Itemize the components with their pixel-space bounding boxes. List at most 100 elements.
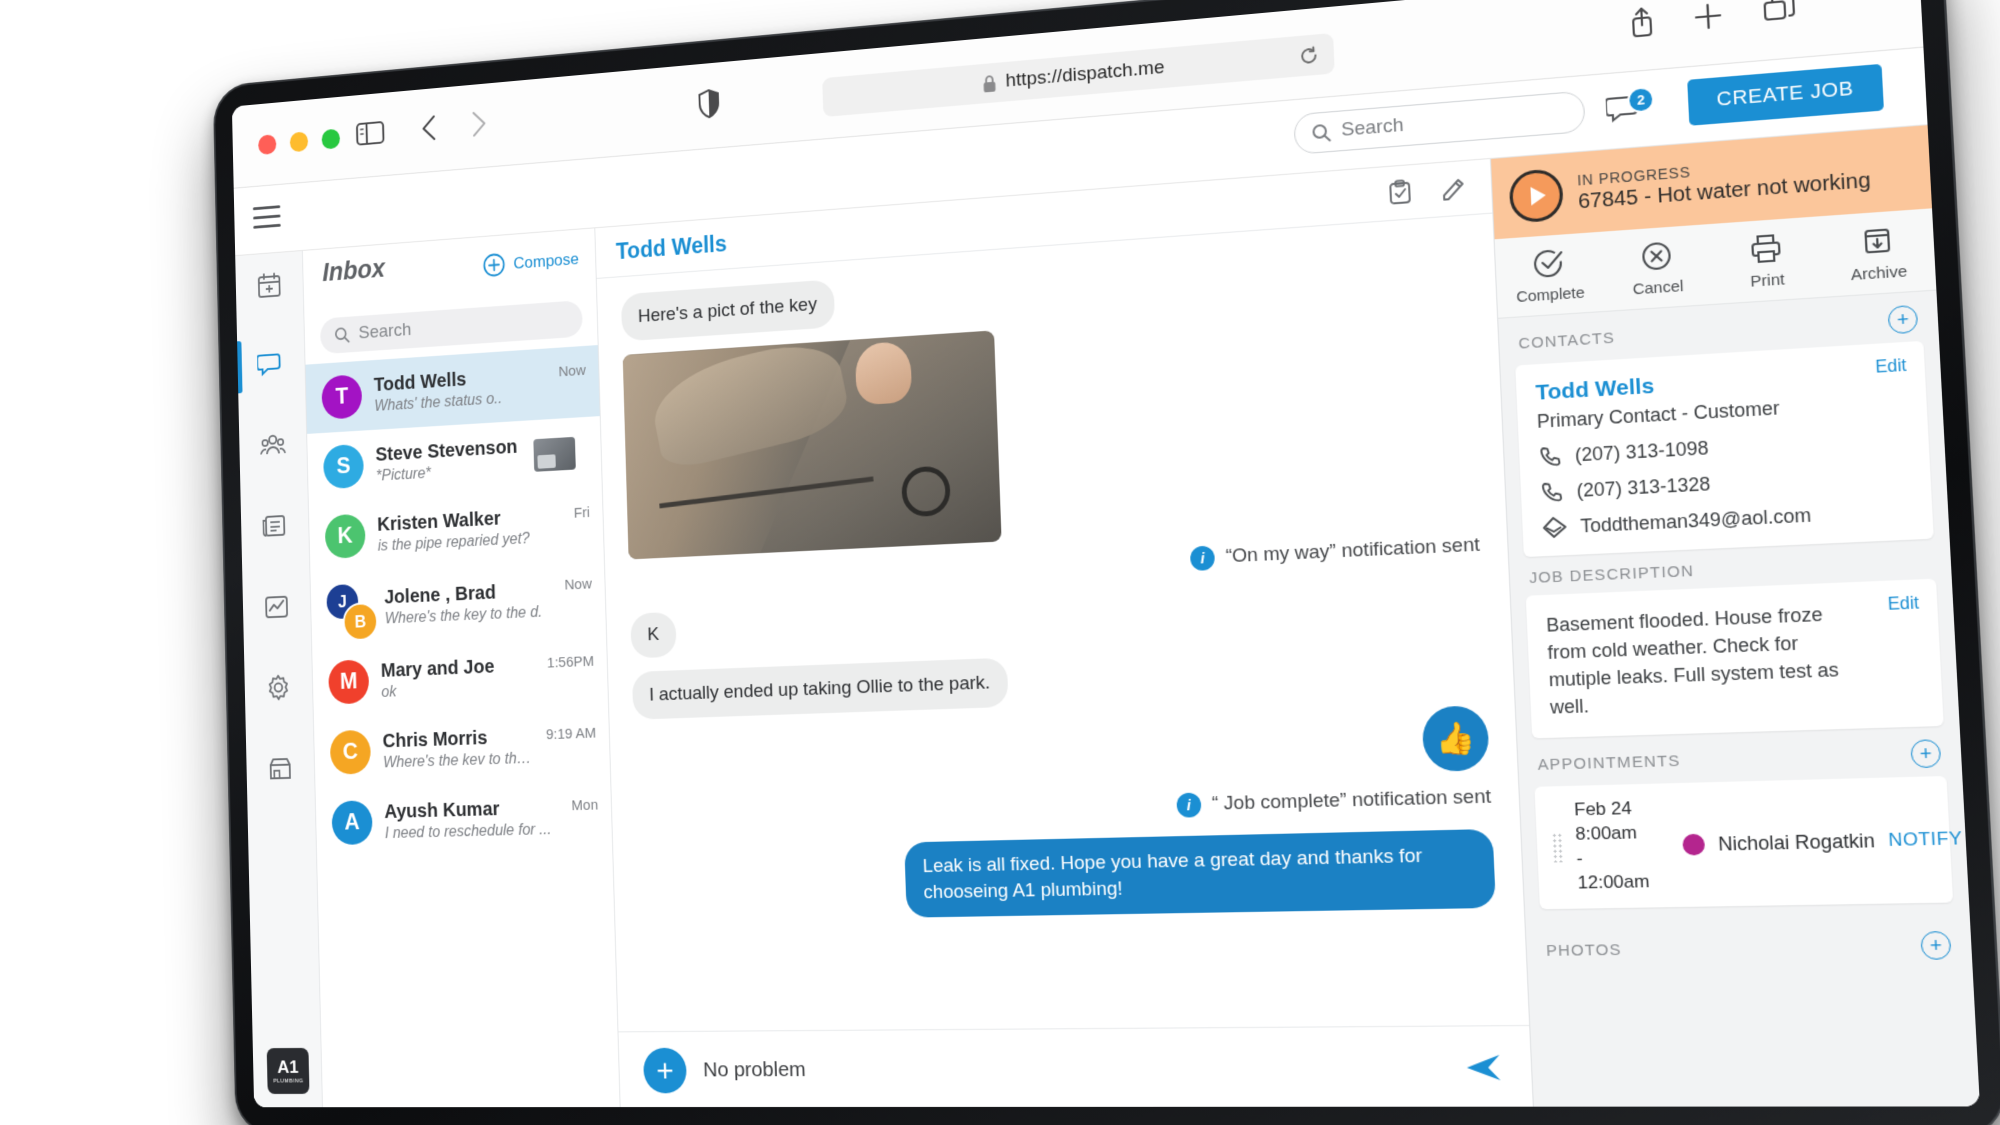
document-icon xyxy=(261,511,287,540)
company-logo-main: A1 xyxy=(277,1058,299,1076)
edit-description-link[interactable]: Edit xyxy=(1887,594,1919,615)
avatar: K xyxy=(325,514,366,559)
contact-email-row[interactable]: Toddtheman349@aol.com xyxy=(1541,499,1912,540)
new-tab-plus-icon[interactable] xyxy=(1692,0,1724,34)
shield-icon[interactable] xyxy=(696,87,721,120)
conversation-text: Steve Stevenson *Picture* xyxy=(375,436,521,485)
message-photo[interactable] xyxy=(623,331,1002,560)
avatar: A xyxy=(331,800,372,845)
pencil-icon[interactable] xyxy=(1440,174,1468,203)
description-section-label: JOB DESCRIPTION xyxy=(1529,562,1695,587)
conversation-list-item[interactable]: J B Jolene , Brad Where's the key to the d.… xyxy=(310,559,606,649)
share-icon[interactable] xyxy=(1627,4,1657,40)
hamburger-menu-icon[interactable] xyxy=(253,205,281,230)
system-notification: i “ Job complete” notification sent xyxy=(636,785,1492,831)
minimize-window-button[interactable] xyxy=(290,131,308,152)
conversation-text: Kristen Walker is the pipe reparied yet? xyxy=(377,504,562,554)
conversation-preview: ok xyxy=(381,678,535,701)
sidebar-toggle-icon[interactable] xyxy=(355,119,385,148)
conversation-list-item[interactable]: A Ayush Kumar I need to reschedule for ...… xyxy=(315,780,612,859)
maximize-window-button[interactable] xyxy=(322,129,341,150)
sidebar-item-reports[interactable] xyxy=(257,585,296,628)
screenshot-root: https://dispatch.me Search 2 CREATE JOB … xyxy=(0,0,2000,1125)
company-logo: A1 PLUMBING xyxy=(267,1048,310,1094)
sidebar-item-customers[interactable] xyxy=(254,424,293,467)
contact-name: Todd Wells xyxy=(1535,359,1905,406)
browser-forward-button[interactable] xyxy=(466,108,490,140)
appointment-divider xyxy=(1664,827,1666,863)
tab-overview-icon[interactable] xyxy=(1762,0,1797,27)
play-icon[interactable] xyxy=(1509,168,1565,224)
avatar: B xyxy=(342,602,378,641)
sidebar-item-calendar[interactable] xyxy=(250,263,289,307)
job-description-card: Edit Basement flooded. House froze from … xyxy=(1526,579,1944,739)
create-job-button[interactable]: CREATE JOB xyxy=(1687,64,1884,126)
app-body: A1 PLUMBING Inbox Compose Search T Todd … xyxy=(235,125,1980,1107)
sidebar-item-company[interactable] xyxy=(261,747,300,790)
conversation-name: Chris Morris xyxy=(382,726,533,753)
conversation-text: Todd Wells Whats' the status o.. xyxy=(374,363,547,415)
close-window-button[interactable] xyxy=(258,134,276,155)
appointment-row[interactable]: Feb 24 8:00am - 12:00am Nicholai Rogatki… xyxy=(1534,776,1953,909)
browser-back-button[interactable] xyxy=(418,112,442,144)
global-search-input[interactable]: Search xyxy=(1293,91,1585,155)
conversation-timestamp: Now xyxy=(558,362,586,380)
conversation-timestamp: 9:19 AM xyxy=(546,725,597,743)
cancel-job-button[interactable]: Cancel xyxy=(1602,237,1713,301)
notify-button[interactable]: NOTIFY xyxy=(1888,828,1963,851)
contact-phone-2: (207) 313-1328 xyxy=(1576,473,1711,502)
job-description-text: Basement flooded. House froze from cold … xyxy=(1546,597,1923,722)
sidebar-item-messages[interactable] xyxy=(252,343,291,387)
conversation-list-item[interactable]: M Mary and Joe ok 1:56PM xyxy=(312,636,608,718)
message-bubble[interactable]: Here's a pict of the key xyxy=(621,279,835,342)
conversation-text: Jolene , Brad Where's the key to the d. xyxy=(384,579,553,628)
chat-panel: Todd Wells Here's a pict of the key i “O… xyxy=(595,159,1533,1107)
message-bubble[interactable]: K xyxy=(630,612,676,658)
thumbs-up-reaction[interactable]: 👍 xyxy=(1421,706,1489,773)
appointments-section-header: APPOINTMENTS + xyxy=(1517,726,1962,788)
conversation-list: T Todd Wells Whats' the status o.. Now S Stev… xyxy=(305,345,612,859)
address-bar[interactable]: https://dispatch.me xyxy=(822,33,1335,117)
notification-text: “ Job complete” notification sent xyxy=(1212,786,1492,816)
add-photo-button[interactable]: + xyxy=(1920,931,1951,960)
chat-icon xyxy=(257,350,285,380)
conversation-list-item[interactable]: C Chris Morris Where's the kev to the d.. 9… xyxy=(314,708,610,789)
messages-bubbles-icon[interactable]: 2 xyxy=(1605,91,1650,130)
contacts-section-label: CONTACTS xyxy=(1518,329,1615,353)
drag-handle-icon[interactable] xyxy=(1552,833,1564,863)
add-contact-button[interactable]: + xyxy=(1887,305,1918,335)
people-icon xyxy=(259,431,287,461)
edit-contact-link[interactable]: Edit xyxy=(1875,357,1907,378)
attachment-plus-icon[interactable]: + xyxy=(643,1048,687,1094)
avatar: S xyxy=(323,444,364,490)
url-text: https://dispatch.me xyxy=(1005,57,1165,93)
sidebar-item-settings[interactable] xyxy=(259,666,298,709)
description-section-header: JOB DESCRIPTION xyxy=(1509,538,1952,596)
clipboard-icon[interactable] xyxy=(1386,178,1414,207)
print-job-button[interactable]: Print xyxy=(1710,229,1823,293)
print-job-label: Print xyxy=(1750,271,1785,291)
reload-icon[interactable] xyxy=(1298,44,1320,67)
message-list: Here's a pict of the key i “On my way” not… xyxy=(597,214,1529,1032)
inbox-panel: Inbox Compose Search T Todd Wells Whats' t… xyxy=(303,228,621,1107)
sidebar-item-invoices[interactable] xyxy=(255,504,294,547)
avatar: C xyxy=(330,730,371,775)
device-perspective-wrapper: https://dispatch.me Search 2 CREATE JOB … xyxy=(0,0,2000,1125)
avatar: M xyxy=(328,659,369,704)
contact-phone-1: (207) 313-1098 xyxy=(1574,437,1709,466)
avatar: T xyxy=(321,374,362,420)
appointment-datetime: Feb 24 8:00am - 12:00am xyxy=(1574,797,1650,896)
messages-badge-count: 2 xyxy=(1627,86,1655,114)
complete-job-button[interactable]: Complete xyxy=(1495,244,1604,307)
archive-job-button[interactable]: Archive xyxy=(1821,221,1936,286)
analytics-icon xyxy=(263,592,289,621)
add-appointment-button[interactable]: + xyxy=(1910,740,1941,769)
conversation-thumbnail[interactable] xyxy=(533,437,575,472)
contact-phone-2-row[interactable]: (207) 313-1328 xyxy=(1540,462,1911,504)
gear-icon xyxy=(265,673,292,702)
search-icon xyxy=(1311,122,1331,143)
message-bubble[interactable]: I actually ended up taking Ollie to the … xyxy=(632,658,1009,721)
message-input[interactable]: No problem xyxy=(703,1055,1446,1082)
notification-text: “On my way” notification sent xyxy=(1225,535,1480,569)
contact-phone-1-row[interactable]: (207) 313-1098 xyxy=(1538,426,1909,469)
